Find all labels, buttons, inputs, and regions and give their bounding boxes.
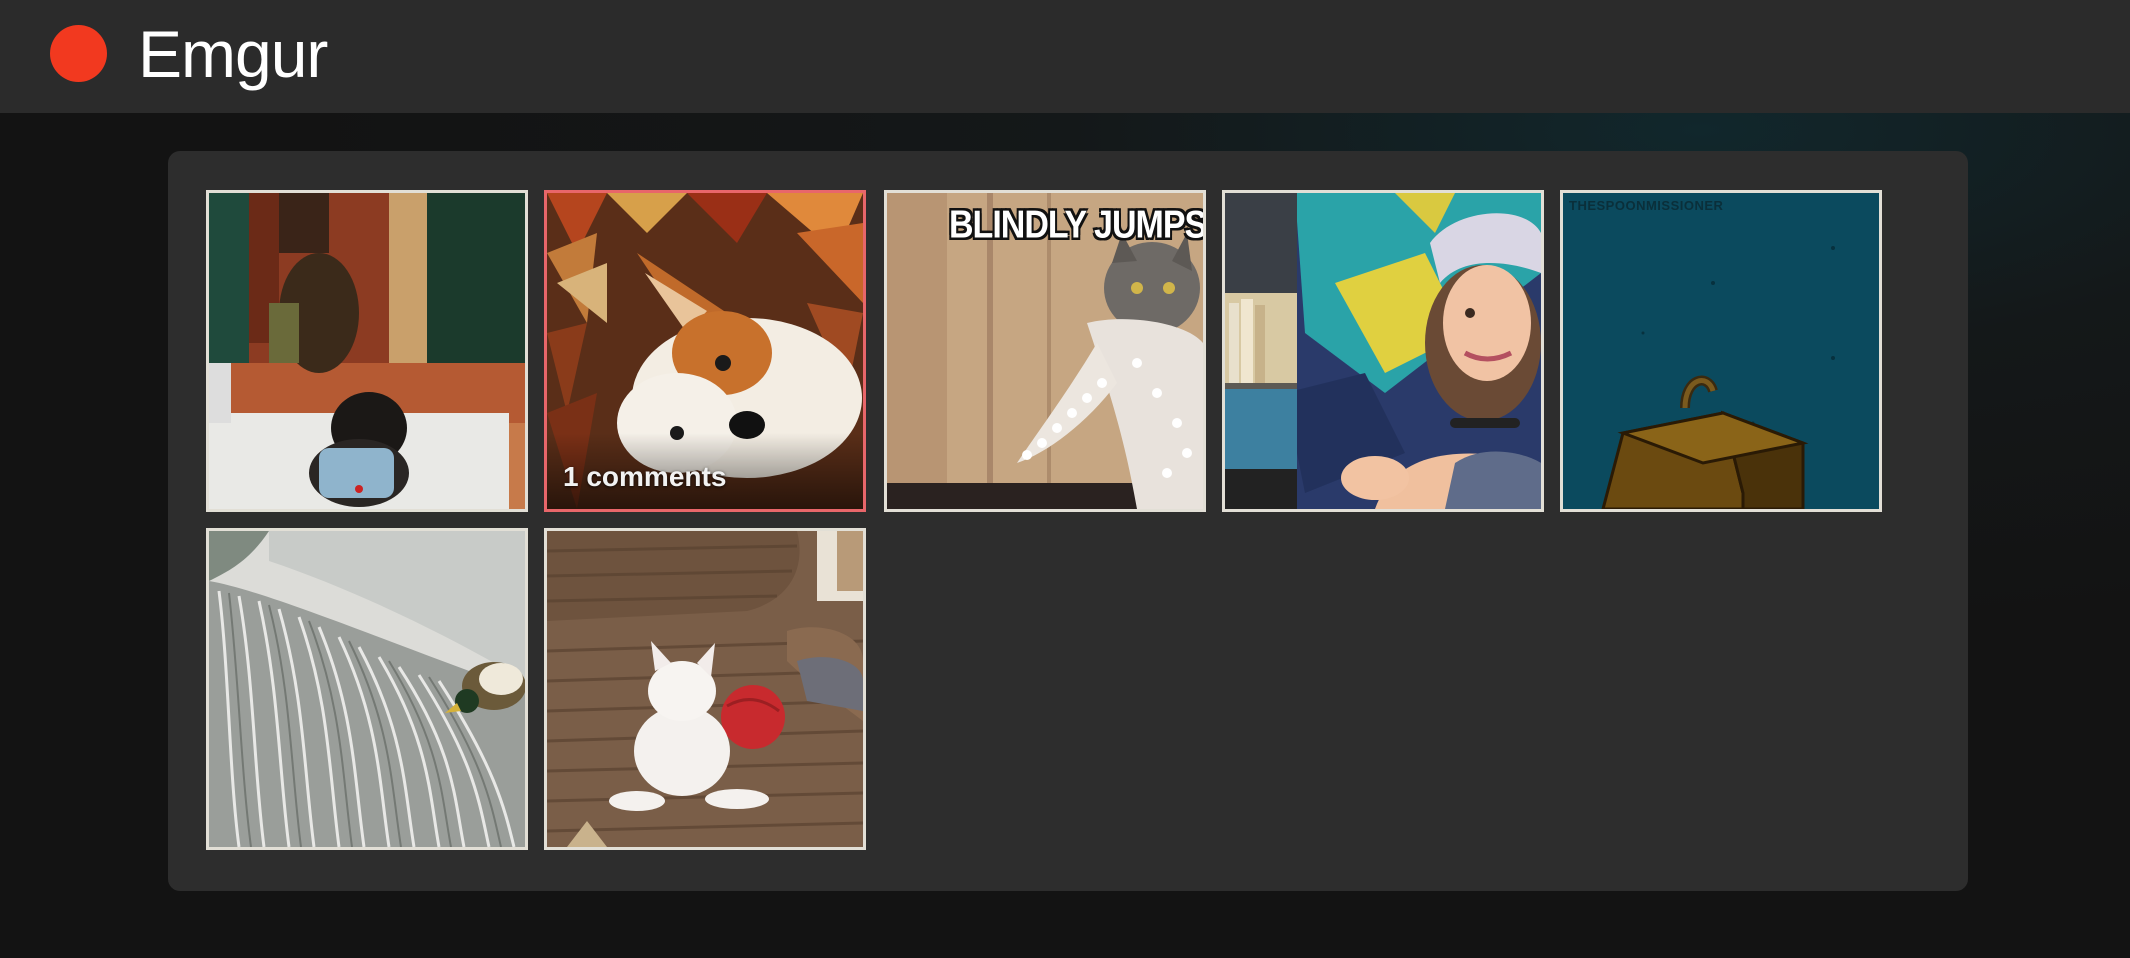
kitten-photo-icon [547, 531, 863, 847]
gallery-tile-duck[interactable] [206, 528, 528, 850]
gallery-tile-cat-meme[interactable]: BLINDLY JUMPS IN [884, 190, 1206, 512]
dog-photo-icon [209, 193, 525, 509]
gallery-tile-girl[interactable] [1222, 190, 1544, 512]
watermark-text: THESPOONMISSIONER [1569, 198, 1724, 213]
comment-count: 1 comments [563, 461, 727, 492]
top-bar: Emgur [0, 0, 2130, 113]
app-title[interactable]: Emgur [138, 12, 328, 96]
meme-caption: BLINDLY JUMPS IN [949, 203, 1206, 247]
gallery-tile-dog[interactable] [206, 190, 528, 512]
gallery-tile-kitten[interactable] [544, 528, 866, 850]
gallery-tile-bag[interactable]: THESPOONMISSIONER [1560, 190, 1882, 512]
duck-photo-icon [209, 531, 525, 847]
gallery-tile-puppy[interactable]: 1 comments [544, 190, 866, 512]
gallery-panel: 1 comments BLINDLY JUMPS IN [168, 151, 1968, 891]
logo-dot-icon[interactable] [50, 25, 107, 82]
girl-photo-icon [1225, 193, 1541, 509]
cartoon-bag-icon [1563, 193, 1879, 509]
